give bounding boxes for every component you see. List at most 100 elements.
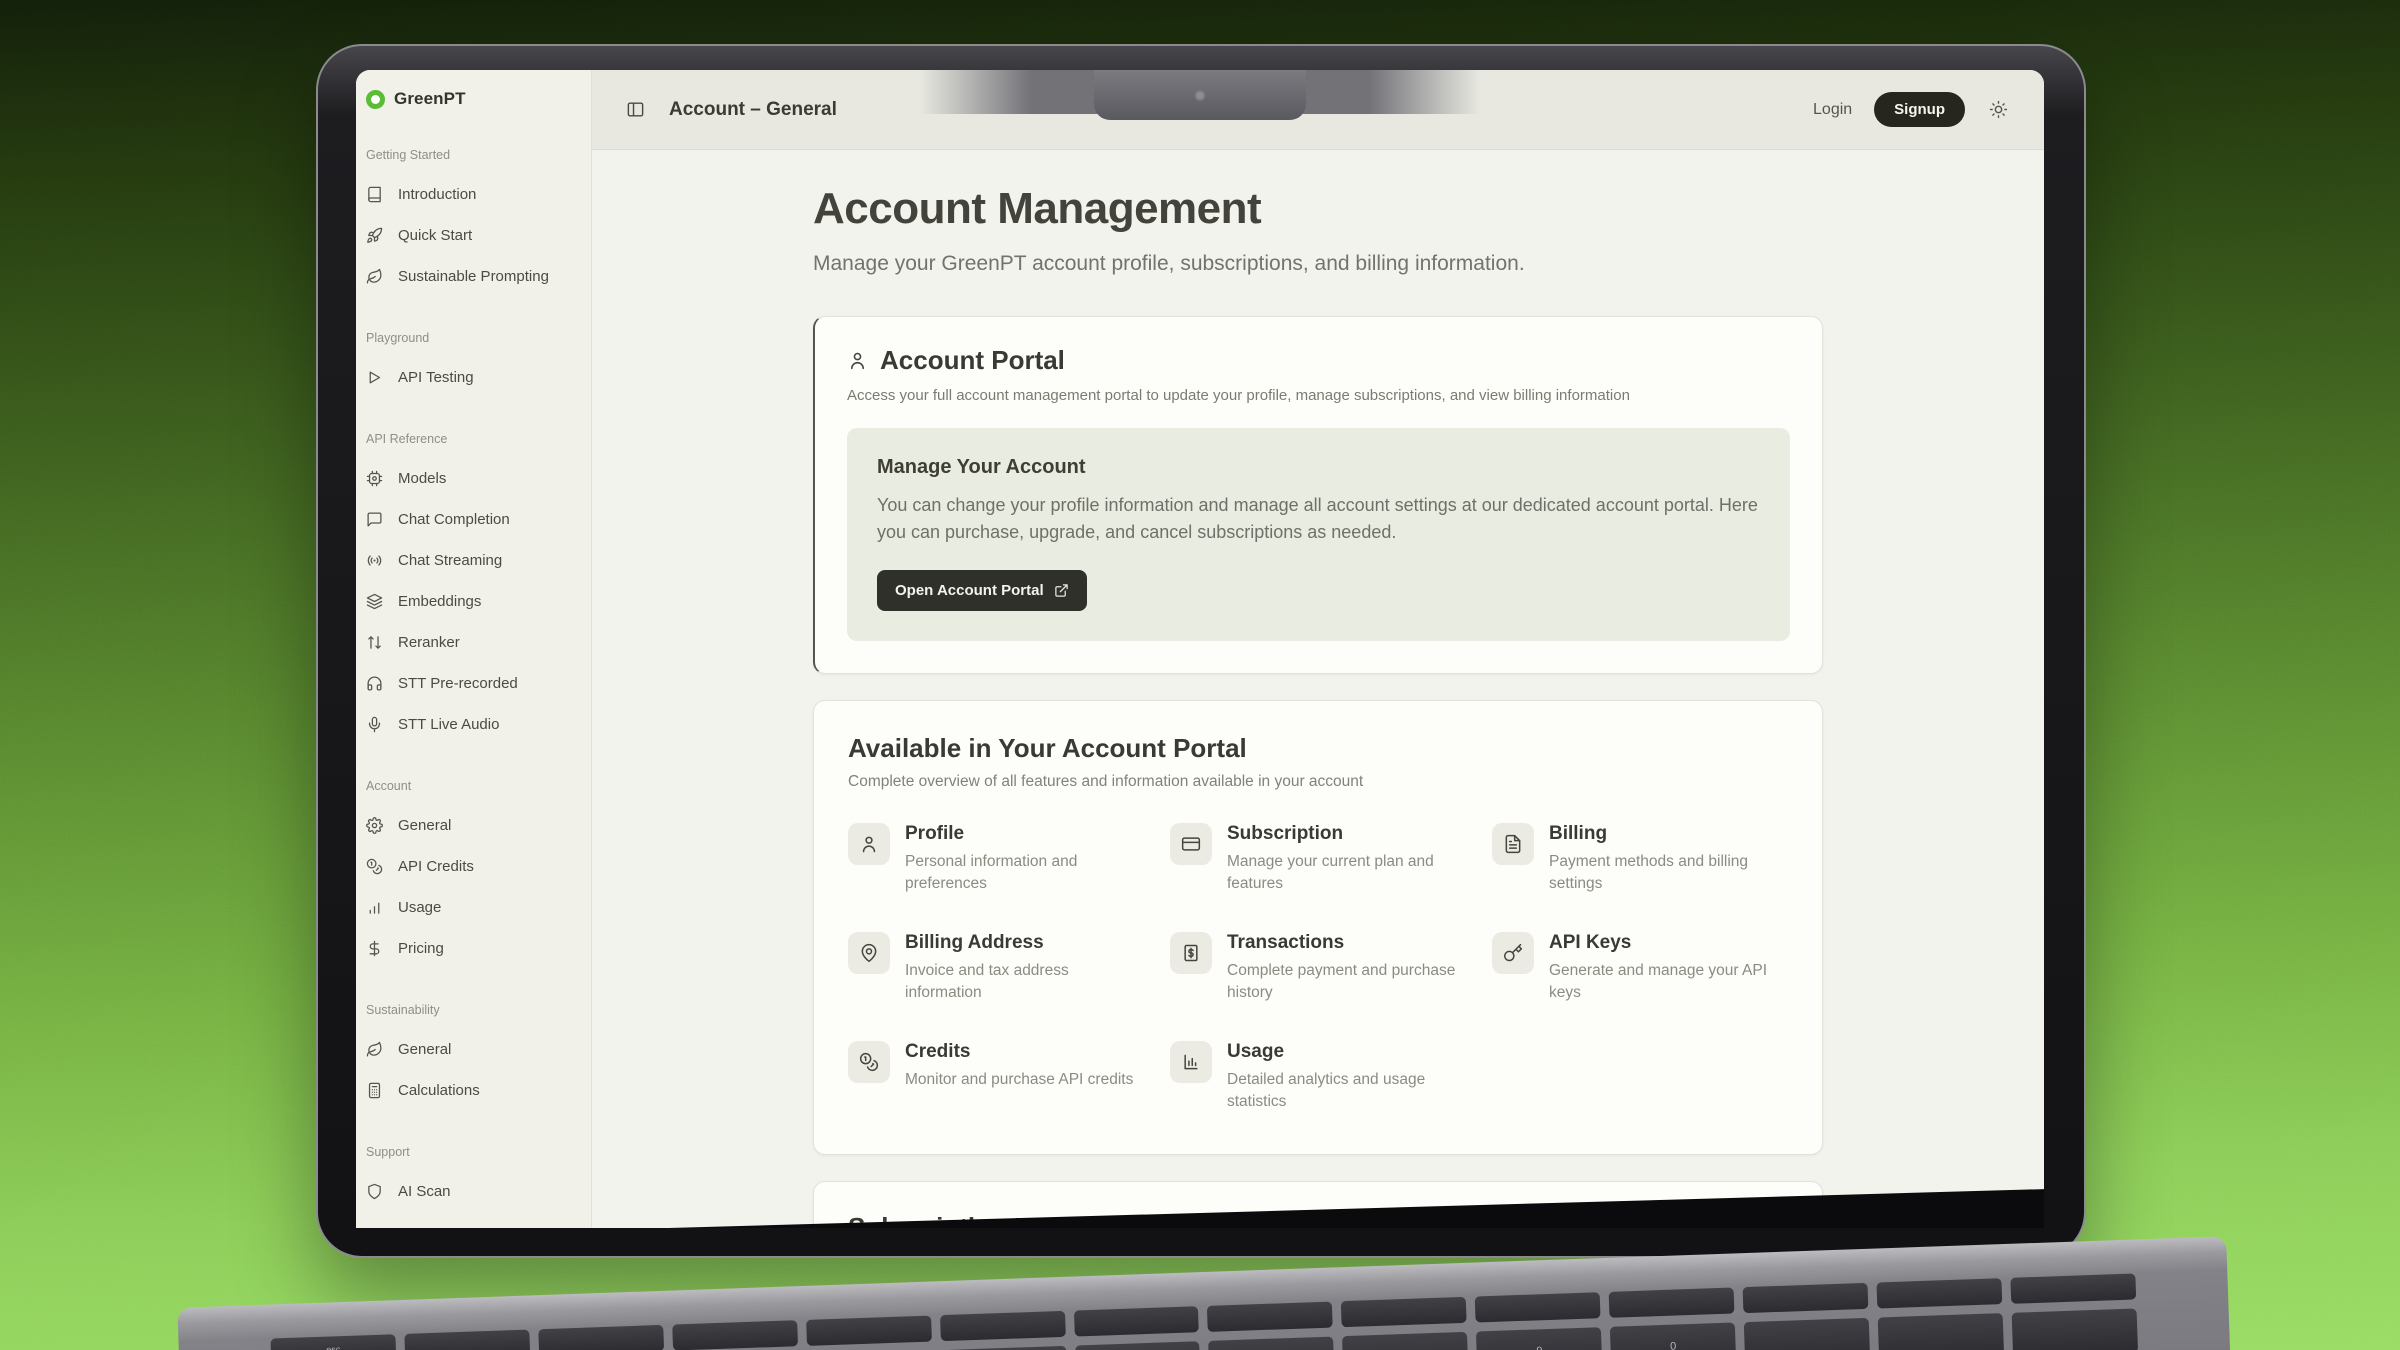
sidebar-section-playground: Playground API Testing (366, 331, 583, 398)
user-icon (859, 834, 879, 854)
keyboard-key (1744, 1318, 1870, 1350)
features-card: Available in Your Account Portal Complet… (813, 700, 1823, 1155)
sidebar-item-calculations[interactable]: Calculations (366, 1070, 583, 1111)
feature-icon-box (1170, 932, 1212, 974)
sidebar-item-label: AI Scan (398, 1183, 451, 1200)
sidebar-item-embeddings[interactable]: Embeddings (366, 581, 583, 622)
feature-api-keys: API Keys Generate and manage your API ke… (1492, 932, 1788, 1005)
sidebar-item-label: STT Live Audio (398, 716, 499, 733)
feature-description: Invoice and tax address information (905, 960, 1140, 1005)
features-grid: Profile Personal information and prefere… (848, 823, 1788, 1114)
feature-title: Transactions (1227, 932, 1462, 954)
arrows-up-down-icon (366, 634, 383, 651)
panel-left-icon[interactable] (626, 100, 645, 119)
keyboard-key (1475, 1292, 1601, 1322)
content-scroll-area[interactable]: Account Management Manage your GreenPT a… (592, 150, 2044, 1228)
feature-subscription: Subscription Manage your current plan an… (1170, 823, 1466, 896)
receipt-icon (1181, 943, 1201, 963)
gear-icon (366, 817, 383, 834)
account-portal-card: Account Portal Access your full account … (813, 316, 1823, 674)
sidebar-item-sustainability-general[interactable]: General (366, 1029, 583, 1070)
keyboard-key (1073, 1306, 1199, 1336)
sidebar-item-account-general[interactable]: General (366, 805, 583, 846)
rocket-icon (366, 227, 383, 244)
sidebar-section-label: Playground (366, 331, 583, 345)
sidebar-item-quick-start[interactable]: Quick Start (366, 215, 583, 256)
feature-text: Subscription Manage your current plan an… (1227, 823, 1462, 896)
sidebar-item-chat-completion[interactable]: Chat Completion (366, 499, 583, 540)
login-link[interactable]: Login (1813, 101, 1852, 119)
sidebar-item-reranker[interactable]: Reranker (366, 622, 583, 663)
keyboard-key (404, 1330, 530, 1350)
coins-icon (859, 1052, 879, 1072)
sidebar-item-label: Calculations (398, 1082, 480, 1099)
keyboard-key: 6 (1075, 1341, 1201, 1350)
feature-text: Billing Payment methods and billing sett… (1549, 823, 1784, 896)
sidebar-item-label: Embeddings (398, 593, 481, 610)
feature-text: Credits Monitor and purchase API credits (905, 1041, 1133, 1114)
feature-credits: Credits Monitor and purchase API credits (848, 1041, 1144, 1114)
feature-text: Profile Personal information and prefere… (905, 823, 1140, 896)
sidebar-item-label: Quick Start (398, 227, 472, 244)
key-icon (1503, 943, 1523, 963)
feature-icon-box (848, 823, 890, 865)
sidebar-section-label: Getting Started (366, 148, 583, 162)
feature-text: Usage Detailed analytics and usage stati… (1227, 1041, 1462, 1114)
feature-billing: Billing Payment methods and billing sett… (1492, 823, 1788, 896)
sidebar: GreenPT Getting Started Introduction Qui… (356, 70, 592, 1228)
greenpt-logo-icon (366, 90, 385, 109)
keyboard-key (2010, 1273, 2136, 1303)
signup-button[interactable]: Signup (1874, 92, 1965, 127)
sun-icon[interactable] (1989, 100, 2008, 119)
external-link-icon (1054, 583, 1069, 598)
keyboard-key: 7 (1209, 1337, 1335, 1350)
sidebar-section-label: Support (366, 1145, 583, 1159)
feature-usage: Usage Detailed analytics and usage stati… (1170, 1041, 1466, 1114)
main-heading: Account Management (813, 184, 1823, 234)
sidebar-section-label: API Reference (366, 432, 583, 446)
sidebar-item-pricing[interactable]: Pricing (366, 928, 583, 969)
feature-title: Usage (1227, 1041, 1462, 1063)
portal-card-header: Account Portal (847, 345, 1790, 376)
sidebar-item-label: Introduction (398, 186, 476, 203)
webcam-icon (1195, 90, 1206, 101)
sidebar-item-label: Sustainable Prompting (398, 268, 549, 285)
keyboard-key (1341, 1297, 1467, 1327)
open-account-portal-button[interactable]: Open Account Portal (877, 570, 1087, 611)
features-card-subtitle: Complete overview of all features and in… (848, 773, 1788, 791)
sidebar-item-label: General (398, 1041, 451, 1058)
sidebar-item-label: Usage (398, 899, 441, 916)
keyboard-key: 0 (1610, 1322, 1736, 1350)
user-icon (847, 350, 868, 371)
sidebar-item-introduction[interactable]: Introduction (366, 174, 583, 215)
sidebar-item-models[interactable]: Models (366, 458, 583, 499)
feature-icon-box (1492, 823, 1534, 865)
feature-icon-box (848, 932, 890, 974)
sidebar-item-chat-streaming[interactable]: Chat Streaming (366, 540, 583, 581)
feature-description: Manage your current plan and features (1227, 851, 1462, 896)
sidebar-item-stt-live-audio[interactable]: STT Live Audio (366, 704, 583, 745)
sidebar-item-label: Models (398, 470, 446, 487)
keyboard-key (1743, 1283, 1869, 1313)
sidebar-item-sustainable-prompting[interactable]: Sustainable Prompting (366, 256, 583, 297)
shield-icon (366, 1183, 383, 1200)
main-subtitle: Manage your GreenPT account profile, sub… (813, 252, 1823, 276)
keyboard-key (2012, 1308, 2138, 1350)
feature-title: Billing (1549, 823, 1784, 845)
keyboard-key (538, 1325, 664, 1350)
leaf-icon (366, 268, 383, 285)
sidebar-item-api-credits[interactable]: API Credits (366, 846, 583, 887)
feature-title: Billing Address (905, 932, 1140, 954)
sidebar-item-stt-prerecorded[interactable]: STT Pre-recorded (366, 663, 583, 704)
open-account-portal-label: Open Account Portal (895, 582, 1044, 599)
sidebar-item-api-testing[interactable]: API Testing (366, 357, 583, 398)
laptop-mockup: GreenPT Getting Started Introduction Qui… (316, 44, 2086, 1258)
sidebar-item-ai-scan[interactable]: AI Scan (366, 1171, 583, 1212)
book-icon (366, 186, 383, 203)
sidebar-item-label: API Testing (398, 369, 474, 386)
brand-logo[interactable]: GreenPT (366, 84, 583, 114)
sidebar-item-usage[interactable]: Usage (366, 887, 583, 928)
feature-title: Profile (905, 823, 1140, 845)
microphone-icon (366, 716, 383, 733)
bar-chart-icon (366, 899, 383, 916)
